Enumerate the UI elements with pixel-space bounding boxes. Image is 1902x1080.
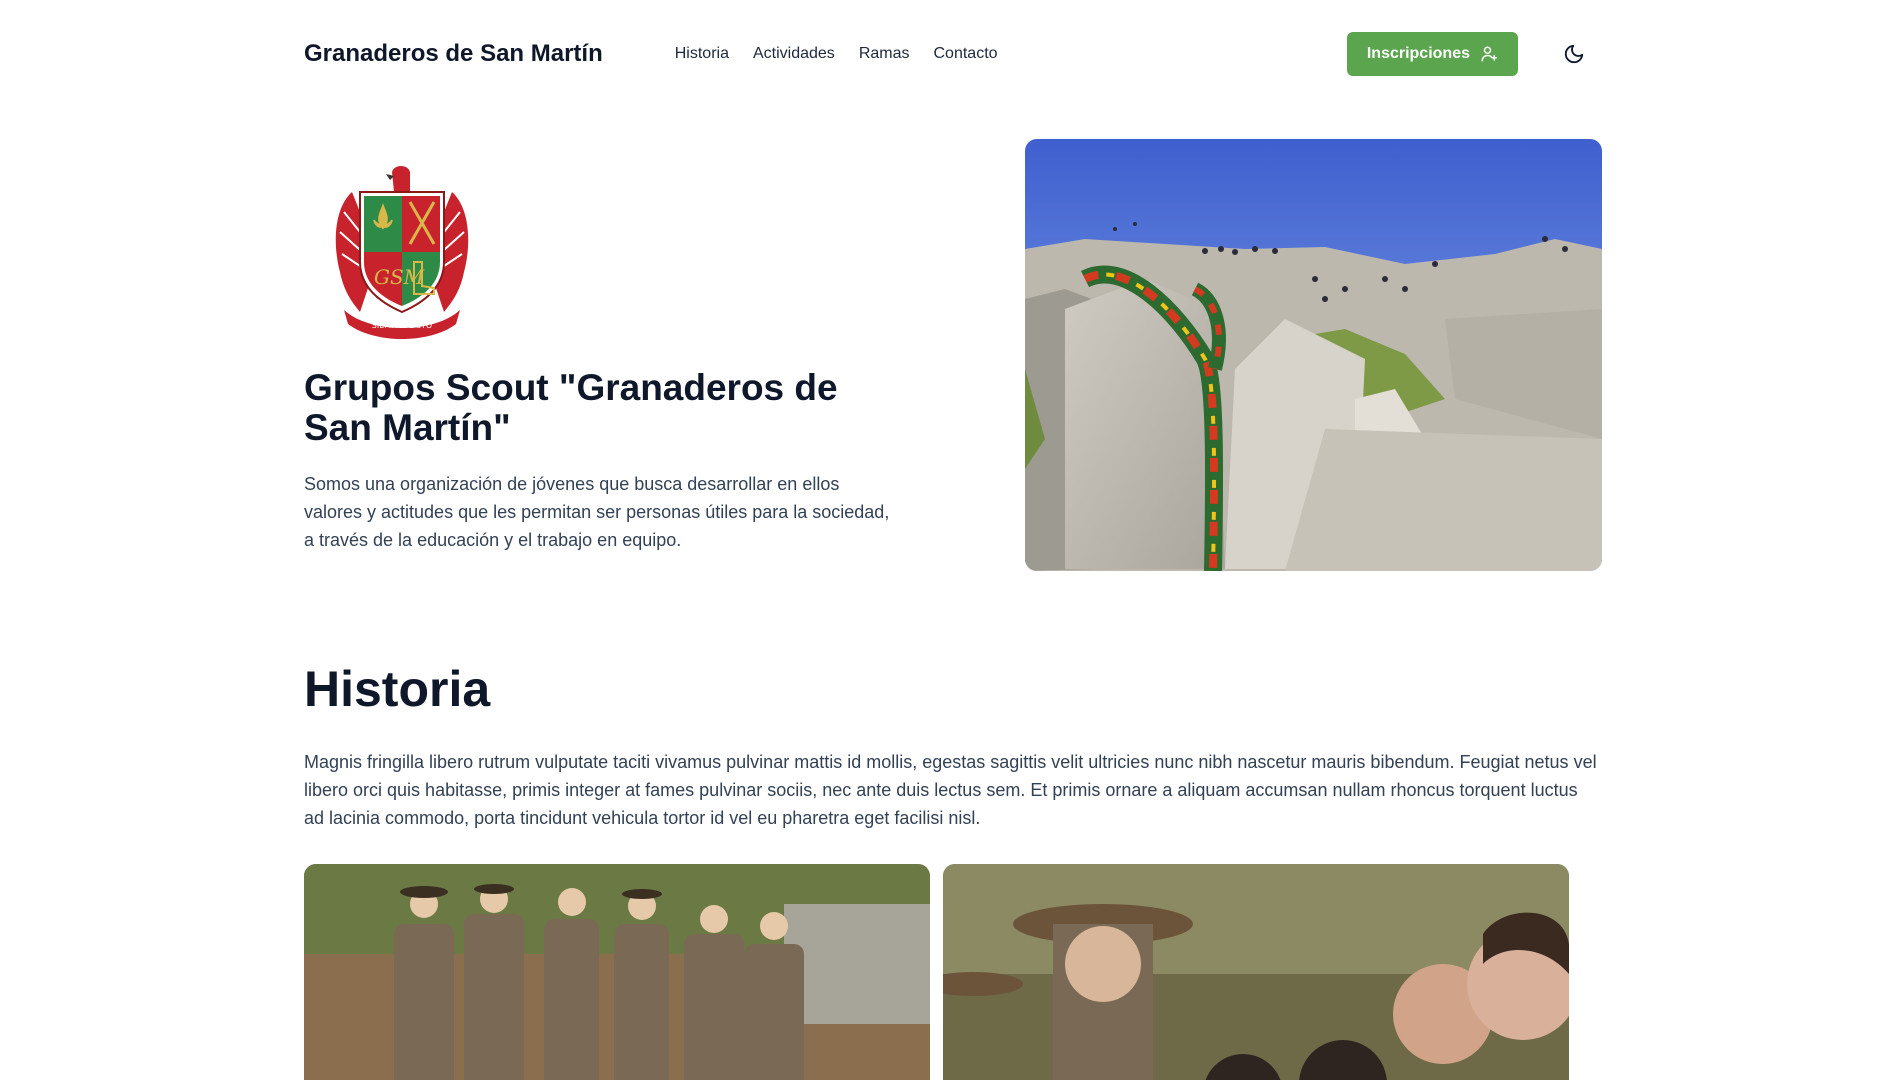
inscripciones-button[interactable]: Inscripciones <box>1346 32 1518 76</box>
theme-toggle-button[interactable] <box>1560 40 1588 68</box>
crest-motto: SIEMPRE LISTO <box>372 321 432 330</box>
nav-link-ramas[interactable]: Ramas <box>859 45 910 63</box>
hero-photo <box>1025 139 1602 571</box>
nav-link-contacto[interactable]: Contacto <box>934 45 998 63</box>
site-brand[interactable]: Granaderos de San Martín <box>304 40 603 68</box>
historia-title: Historia <box>304 661 491 717</box>
historia-photo-group <box>304 864 930 1080</box>
header-actions: Inscripciones <box>1346 32 1602 76</box>
nav-link-historia[interactable]: Historia <box>675 45 729 63</box>
moon-icon <box>1564 44 1584 64</box>
nav-link-actividades[interactable]: Actividades <box>753 45 835 63</box>
user-plus-icon <box>1481 46 1498 62</box>
historia-photo-closeup <box>943 864 1569 1080</box>
scout-crest-logo: GSM SIEMPRE LISTO <box>330 162 474 342</box>
hero-title: Grupos Scout "Granaderos de San Martín" <box>304 367 838 448</box>
inscripciones-label: Inscripciones <box>1366 45 1470 62</box>
historia-text: Magnis fringilla libero rutrum vulputate… <box>304 752 1597 828</box>
site-header: Granaderos de San Martín Historia Activi… <box>304 30 1602 78</box>
hero-description: Somos una organización de jóvenes que bu… <box>304 474 890 550</box>
svg-text:GSM: GSM <box>374 265 425 289</box>
main-nav: Historia Actividades Ramas Contacto <box>675 45 998 63</box>
